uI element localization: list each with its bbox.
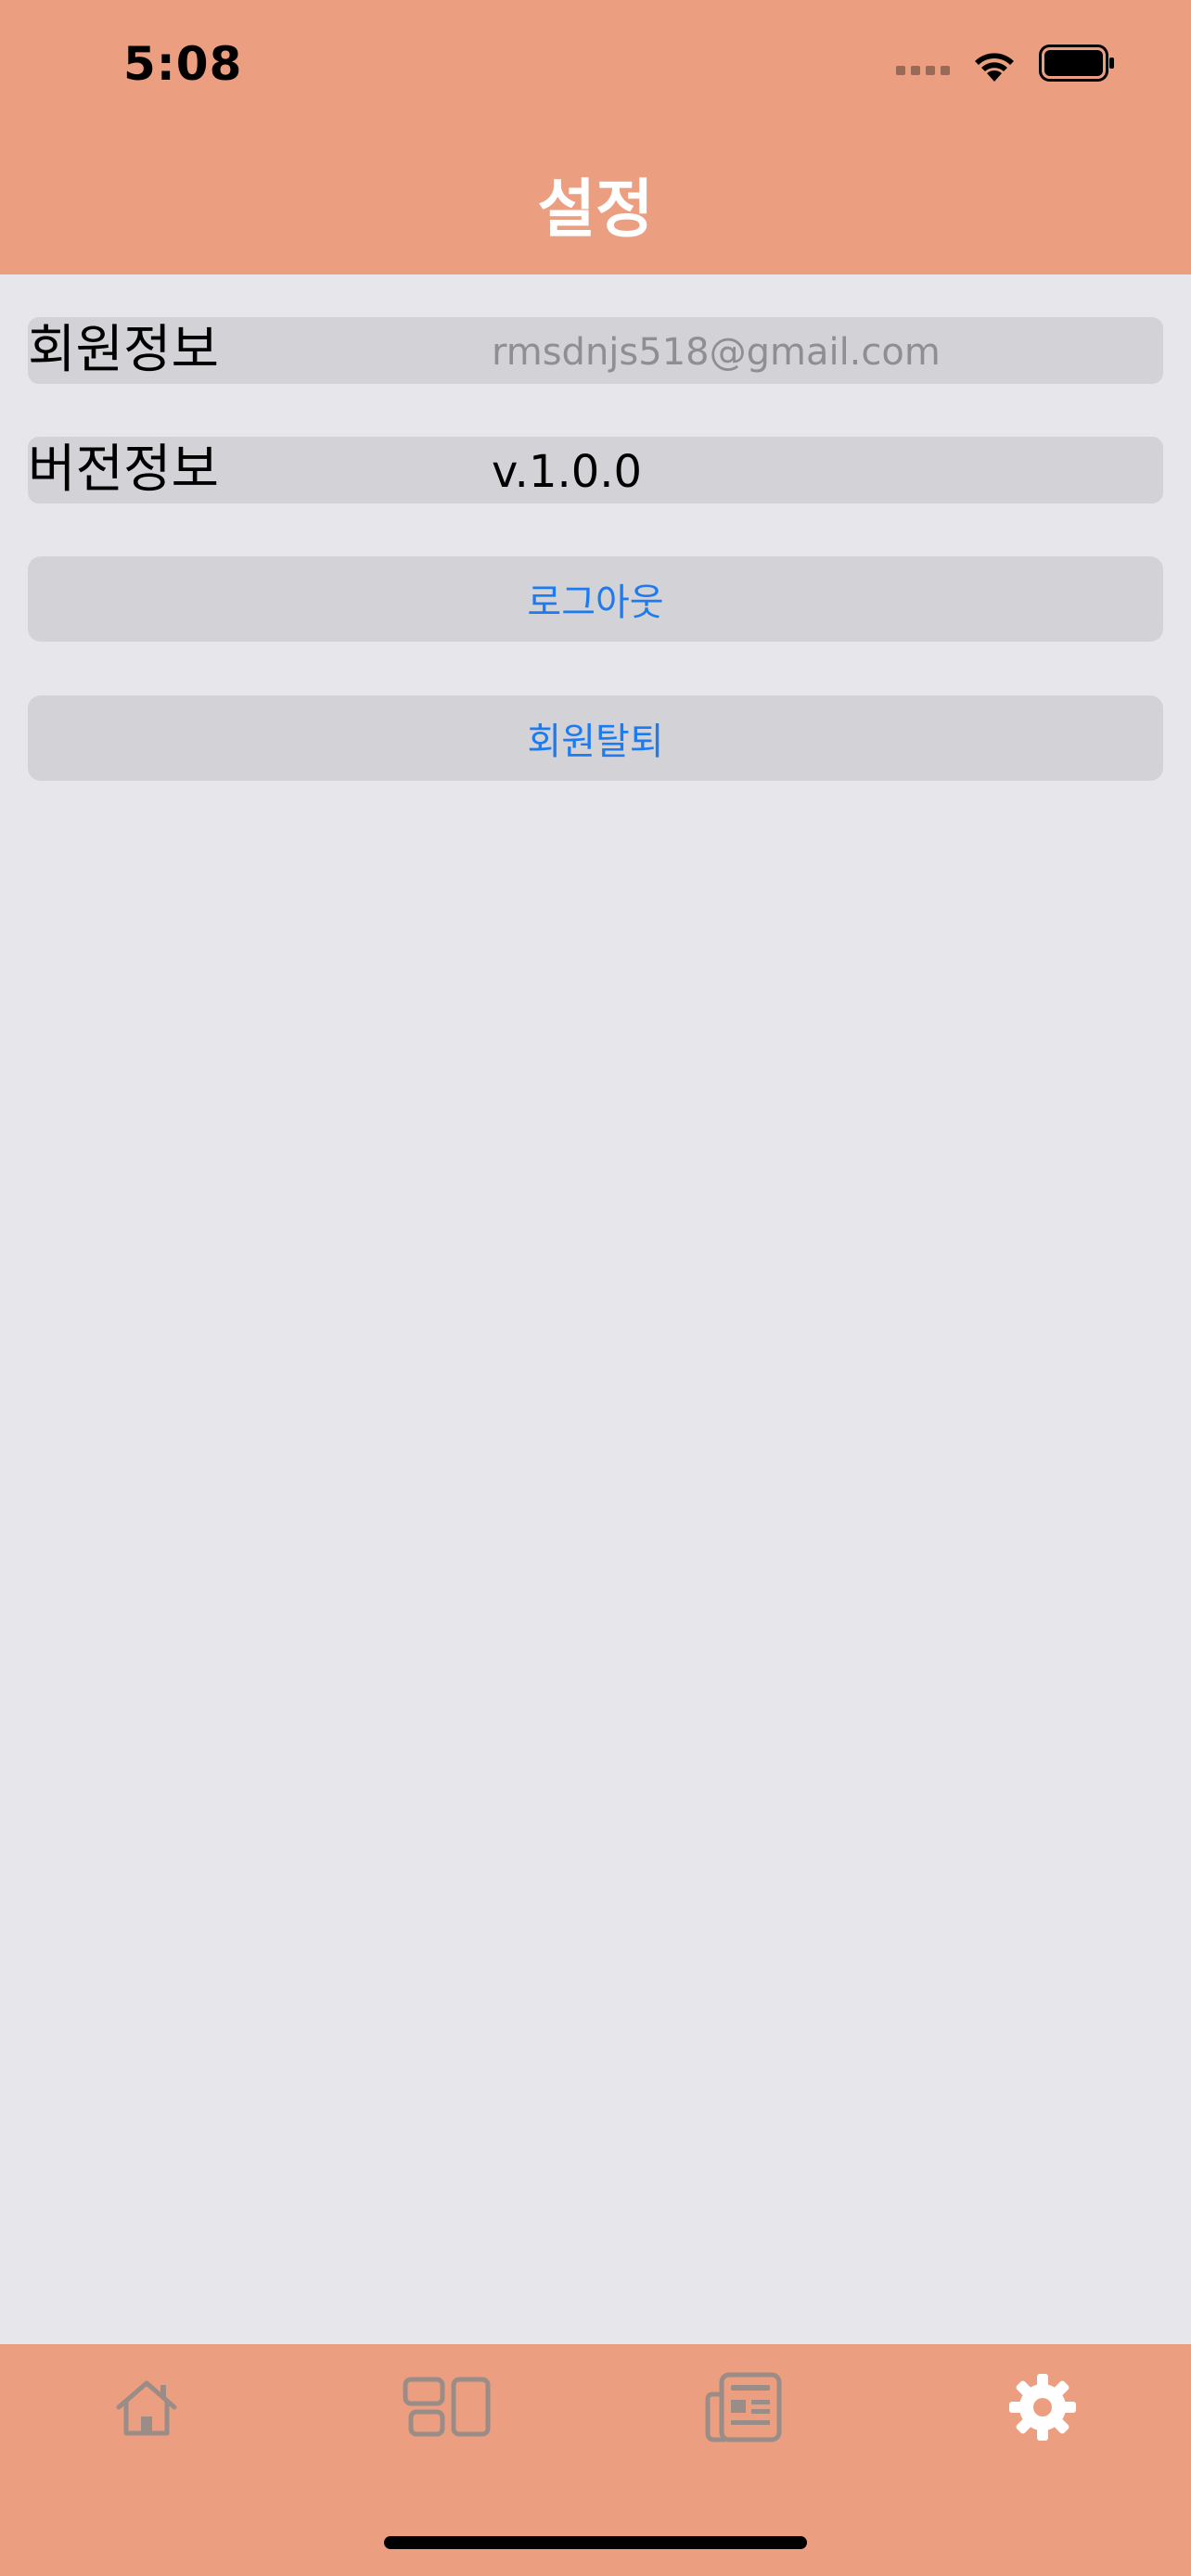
signal-icon <box>896 66 950 75</box>
battery-icon <box>1039 45 1114 82</box>
status-time: 5:08 <box>123 37 243 91</box>
member-info-label: 회원정보 <box>28 320 220 380</box>
news-icon <box>705 2372 782 2442</box>
tab-news[interactable] <box>688 2361 800 2454</box>
top-header: 5:08 설정 <box>0 0 1191 274</box>
wifi-icon <box>975 53 1014 82</box>
tab-home[interactable] <box>91 2361 202 2454</box>
version-value: v.1.0.0 <box>492 446 643 498</box>
tab-layout[interactable] <box>391 2361 503 2454</box>
status-icons <box>896 45 1115 82</box>
home-icon <box>116 2380 177 2436</box>
gear-icon <box>1009 2374 1076 2441</box>
layout-icon <box>403 2377 491 2437</box>
tab-settings[interactable] <box>987 2361 1098 2454</box>
member-email-value: rmsdnjs518@gmail.com <box>492 331 941 374</box>
withdraw-button[interactable]: 회원탈퇴 <box>28 695 1163 781</box>
home-indicator <box>384 2536 807 2549</box>
page-title: 설정 <box>537 173 654 247</box>
member-info-row: 회원정보 rmsdnjs518@gmail.com <box>28 317 1163 384</box>
version-info-label: 버전정보 <box>28 440 220 500</box>
version-info-row: 버전정보 v.1.0.0 <box>28 437 1163 504</box>
logout-button[interactable]: 로그아웃 <box>28 556 1163 642</box>
